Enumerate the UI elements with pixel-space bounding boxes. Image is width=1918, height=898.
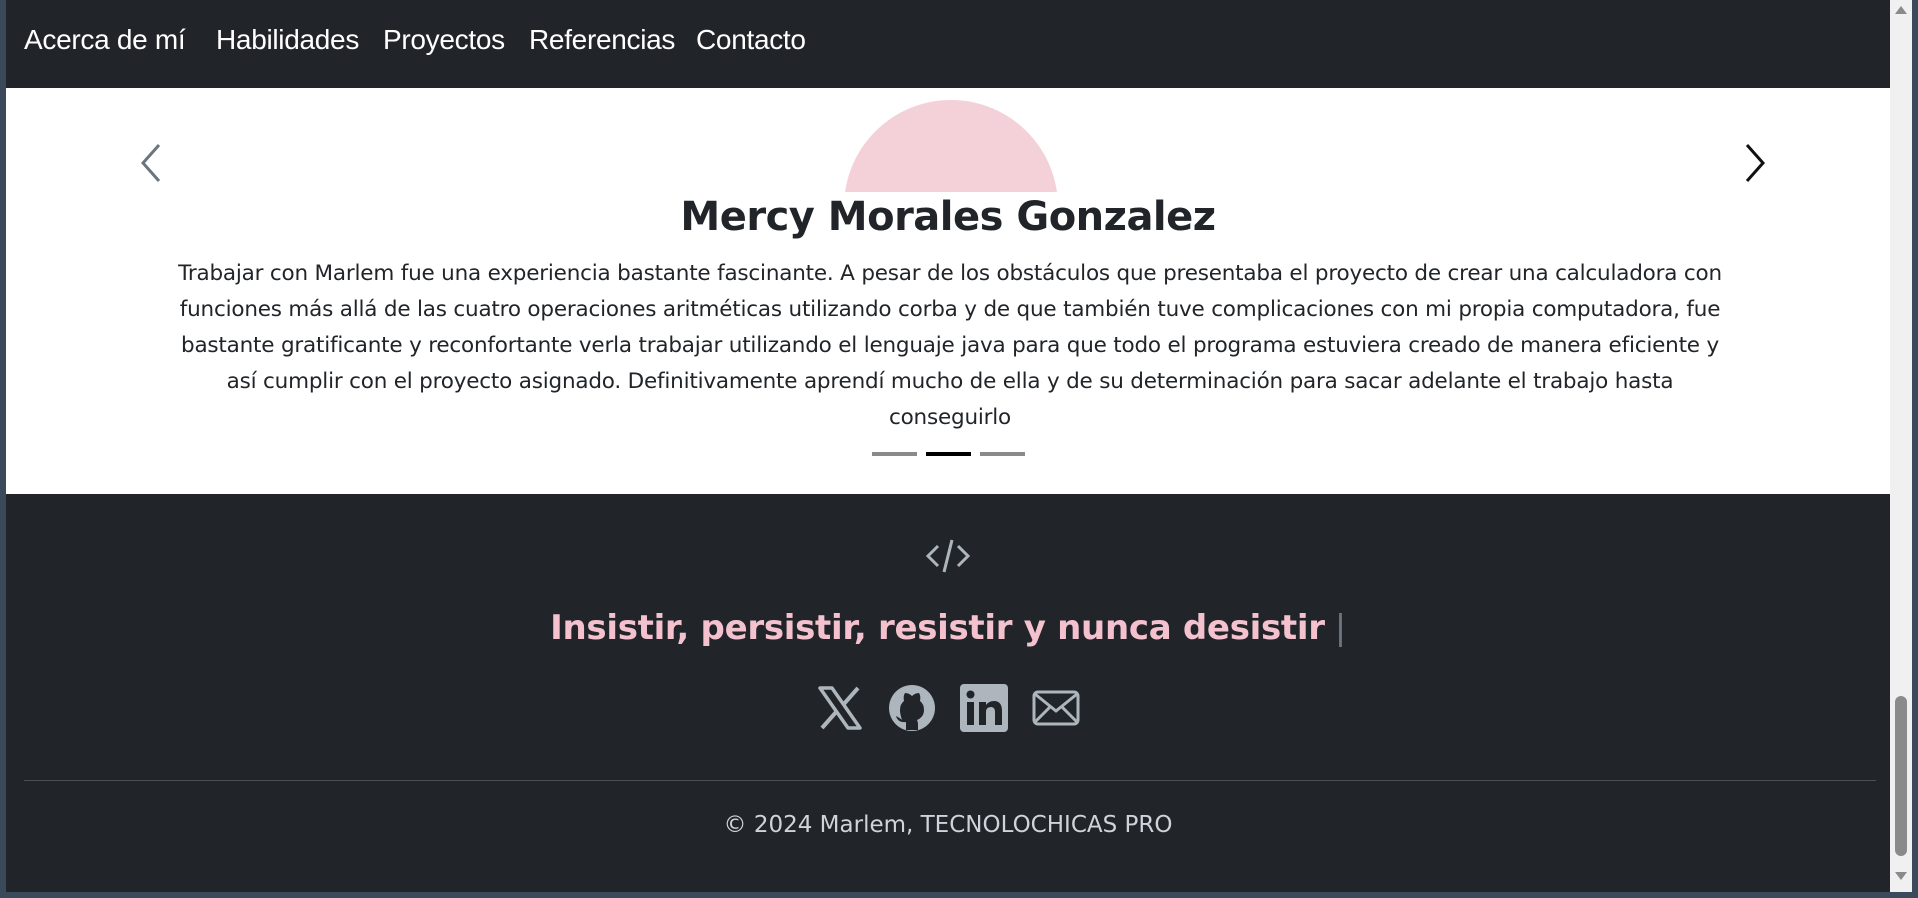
footer-divider	[24, 780, 1876, 781]
chevron-left-icon	[140, 144, 161, 182]
linkedin-link[interactable]	[960, 684, 1008, 732]
linkedin-icon	[960, 684, 1008, 732]
github-link[interactable]	[888, 684, 936, 732]
footer: Insistir, persistir, resistir y nunca de…	[6, 494, 1890, 892]
carousel-prev-button[interactable]	[122, 128, 182, 198]
nav-link-skills[interactable]: Habilidades	[216, 24, 359, 56]
avatar	[844, 100, 1058, 192]
page: Acerca de mí Habilidades Proyectos Refer…	[6, 0, 1890, 892]
navbar: Acerca de mí Habilidades Proyectos Refer…	[6, 0, 1890, 88]
nav-link-about[interactable]: Acerca de mí	[24, 24, 186, 56]
github-icon	[889, 685, 935, 731]
reference-text: Trabajar con Marlem fue una experiencia …	[178, 261, 1722, 430]
scroll-up-icon[interactable]	[1895, 6, 1907, 14]
x-twitter-link[interactable]	[816, 684, 864, 732]
footer-motto: Insistir, persistir, resistir y nunca de…	[6, 608, 1890, 648]
nav-link-contact[interactable]: Contacto	[696, 24, 806, 56]
x-twitter-icon	[818, 686, 862, 730]
social-links	[6, 684, 1890, 732]
chevron-right-icon	[1745, 144, 1766, 182]
copyright-text: © 2024 Marlem, TECNOLOCHICAS PRO	[723, 812, 1173, 838]
carousel-indicator-active[interactable]	[925, 452, 971, 456]
carousel-indicators	[6, 452, 1890, 456]
reference-name: Mercy Morales Gonzalez	[680, 194, 1216, 240]
code-slash-icon	[925, 539, 971, 573]
scrollbar-thumb[interactable]	[1895, 696, 1907, 856]
nav-link-projects[interactable]: Proyectos	[383, 24, 505, 56]
typing-cursor: |	[1334, 608, 1346, 648]
references-carousel: Mercy Morales Gonzalez Trabajar con Marl…	[6, 88, 1890, 494]
carousel-next-button[interactable]	[1724, 128, 1784, 198]
motto-text: Insistir, persistir, resistir y nunca de…	[550, 608, 1325, 648]
email-link[interactable]	[1032, 684, 1080, 732]
carousel-indicator[interactable]	[871, 452, 917, 456]
envelope-icon	[1032, 690, 1080, 726]
carousel-indicator[interactable]	[979, 452, 1025, 456]
nav-link-references[interactable]: Referencias	[529, 24, 675, 56]
scroll-down-icon[interactable]	[1895, 872, 1907, 880]
vertical-scrollbar[interactable]	[1890, 0, 1912, 892]
